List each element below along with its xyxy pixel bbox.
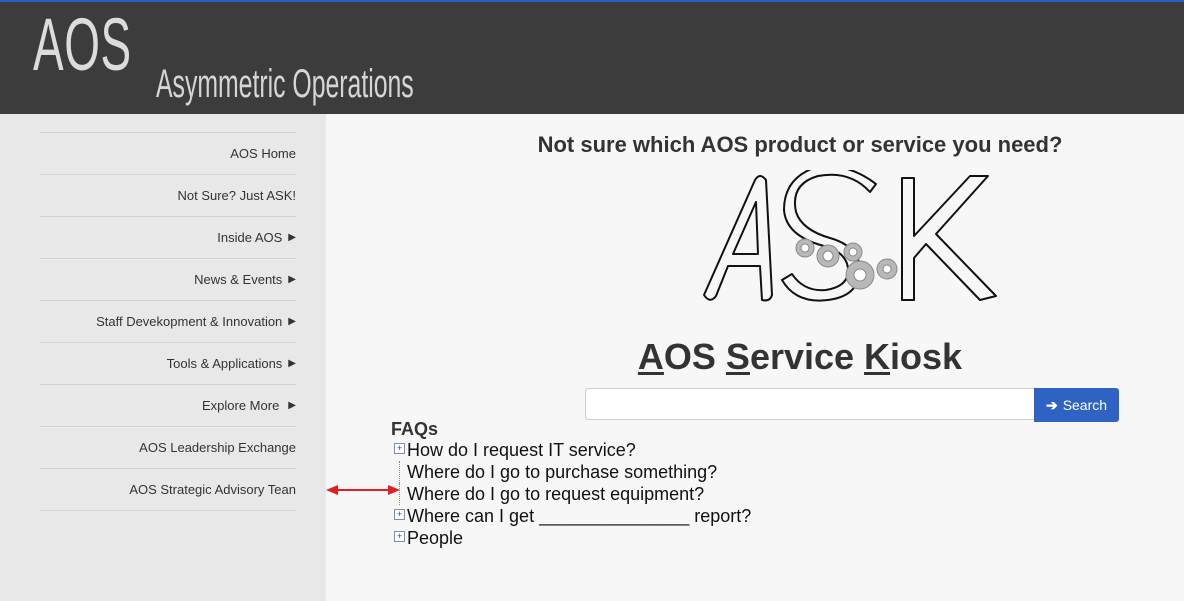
faq-item[interactable]: + People bbox=[394, 527, 751, 549]
sidebar-item-label: Explore More bbox=[201, 398, 280, 413]
sidebar: AOS Home Not Sure? Just ASK! Inside AOS … bbox=[0, 114, 326, 601]
kiosk-title: AOS Service Kiosk bbox=[326, 336, 1184, 378]
sidebar-item-news-events[interactable]: News & Events ▶ bbox=[40, 259, 296, 301]
sidebar-item-label: Staff Devekopment & Innovation bbox=[96, 314, 283, 329]
search-button[interactable]: ➔ Search bbox=[1034, 388, 1119, 422]
search-input[interactable] bbox=[585, 388, 1034, 420]
submenu-arrow-icon: ▶ bbox=[288, 274, 296, 285]
sidebar-nav: AOS Home Not Sure? Just ASK! Inside AOS … bbox=[40, 132, 296, 511]
kiosk-title-part: A bbox=[637, 336, 664, 377]
sidebar-item-label: Tools & Applications bbox=[166, 356, 283, 371]
site-header: AOS Asymmetric Operations bbox=[0, 2, 1184, 114]
sidebar-item-strategic-advisory[interactable]: AOS Strategic Advisory Tean bbox=[40, 469, 296, 511]
sidebar-item-just-ask[interactable]: Not Sure? Just ASK! bbox=[40, 175, 296, 217]
sidebar-item-label: Inside AOS bbox=[217, 230, 283, 245]
sidebar-item-inside-aos[interactable]: Inside AOS ▶ bbox=[40, 217, 296, 259]
sidebar-item-label: AOS Home bbox=[230, 146, 296, 161]
submenu-arrow-icon: ▶ bbox=[288, 400, 296, 411]
faq-item-label[interactable]: People bbox=[407, 528, 463, 549]
kiosk-title-part: iosk bbox=[890, 336, 963, 377]
main-content: Not sure which AOS product or service yo… bbox=[326, 114, 1184, 601]
tree-connector-line bbox=[399, 461, 400, 483]
submenu-arrow-icon: ▶ bbox=[288, 232, 296, 243]
logo-abbreviation[interactable]: AOS bbox=[33, 8, 132, 82]
sidebar-item-label: Not Sure? Just ASK! bbox=[177, 188, 296, 203]
faq-item[interactable]: Where do I go to request equipment? bbox=[394, 483, 751, 505]
expand-plus-icon[interactable]: + bbox=[394, 509, 405, 520]
faq-item[interactable]: + Where can I get _______________ report… bbox=[394, 505, 751, 527]
sidebar-item-staff-development[interactable]: Staff Devekopment & Innovation ▶ bbox=[40, 301, 296, 343]
faq-item[interactable]: Where do I go to purchase something? bbox=[394, 461, 751, 483]
page-question-heading: Not sure which AOS product or service yo… bbox=[537, 132, 1063, 157]
faq-item-label[interactable]: Where do I go to purchase something? bbox=[407, 462, 717, 483]
sidebar-item-leadership-exchange[interactable]: AOS Leadership Exchange bbox=[40, 427, 296, 469]
sidebar-item-label: News & Events bbox=[194, 272, 283, 287]
faq-heading: FAQs bbox=[391, 419, 439, 439]
sidebar-item-aos-home[interactable]: AOS Home bbox=[40, 133, 296, 175]
expand-plus-icon[interactable]: + bbox=[394, 531, 405, 542]
faq-item[interactable]: + How do I request IT service? bbox=[394, 439, 751, 461]
faq-item-label[interactable]: Where can I get _______________ report? bbox=[407, 506, 751, 527]
sidebar-item-label: AOS Strategic Advisory Tean bbox=[129, 482, 296, 497]
ask-logo-image bbox=[703, 170, 997, 302]
kiosk-title-part: OS bbox=[663, 336, 726, 377]
sidebar-item-label: AOS Leadership Exchange bbox=[139, 440, 296, 455]
kiosk-title-part: S bbox=[725, 336, 750, 377]
logo-full-name[interactable]: Asymmetric Operations bbox=[156, 64, 414, 104]
sidebar-item-tools-applications[interactable]: Tools & Applications ▶ bbox=[40, 343, 296, 385]
faq-item-label[interactable]: How do I request IT service? bbox=[407, 440, 636, 461]
kiosk-title-part: K bbox=[864, 336, 891, 377]
submenu-arrow-icon: ▶ bbox=[288, 316, 296, 327]
sidebar-item-explore-more[interactable]: Explore More ▶ bbox=[40, 385, 296, 427]
annotation-double-arrow-icon bbox=[326, 485, 400, 495]
expand-plus-icon[interactable]: + bbox=[394, 443, 405, 454]
search-button-label: Search bbox=[1062, 397, 1108, 413]
submenu-arrow-icon: ▶ bbox=[288, 358, 296, 369]
kiosk-title-part: ervice bbox=[749, 336, 865, 377]
faq-item-label[interactable]: Where do I go to request equipment? bbox=[407, 484, 704, 505]
faq-tree: + How do I request IT service? Where do … bbox=[394, 439, 751, 549]
arrow-right-icon: ➔ bbox=[1045, 396, 1058, 413]
